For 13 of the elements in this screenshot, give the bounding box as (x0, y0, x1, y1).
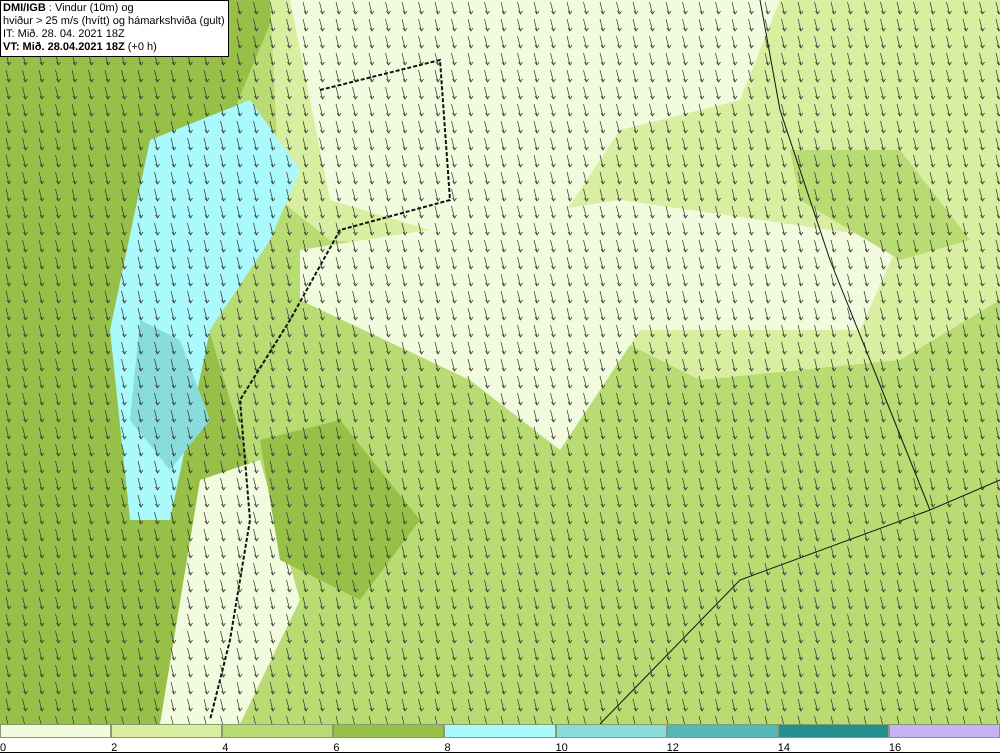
header-line: DMI/IGB : Vindur (10m) og (3, 2, 135, 15)
header-line: IT: Mið. 28. 04. 2021 18Z (3, 28, 126, 41)
legend-tick-label: 10 (556, 742, 568, 752)
legend-tick-label: 4 (222, 742, 228, 752)
header-line: VT: Mið. 28.04.2021 18Z (+0 h) (3, 41, 158, 54)
legend-tick-label: 0 (0, 742, 6, 752)
legend-tick-label: 14 (778, 742, 790, 752)
legend-tick-label: 16 (888, 742, 902, 752)
legend-tick-label: 8 (444, 742, 451, 752)
legend-tick-label: 12 (666, 742, 679, 752)
header-line: hviður > 25 m/s (hvítt) og hámarkshviða (gult) (3, 15, 225, 28)
legend-tick-label: 2 (111, 742, 118, 752)
legend-tick-label: 6 (333, 742, 340, 752)
